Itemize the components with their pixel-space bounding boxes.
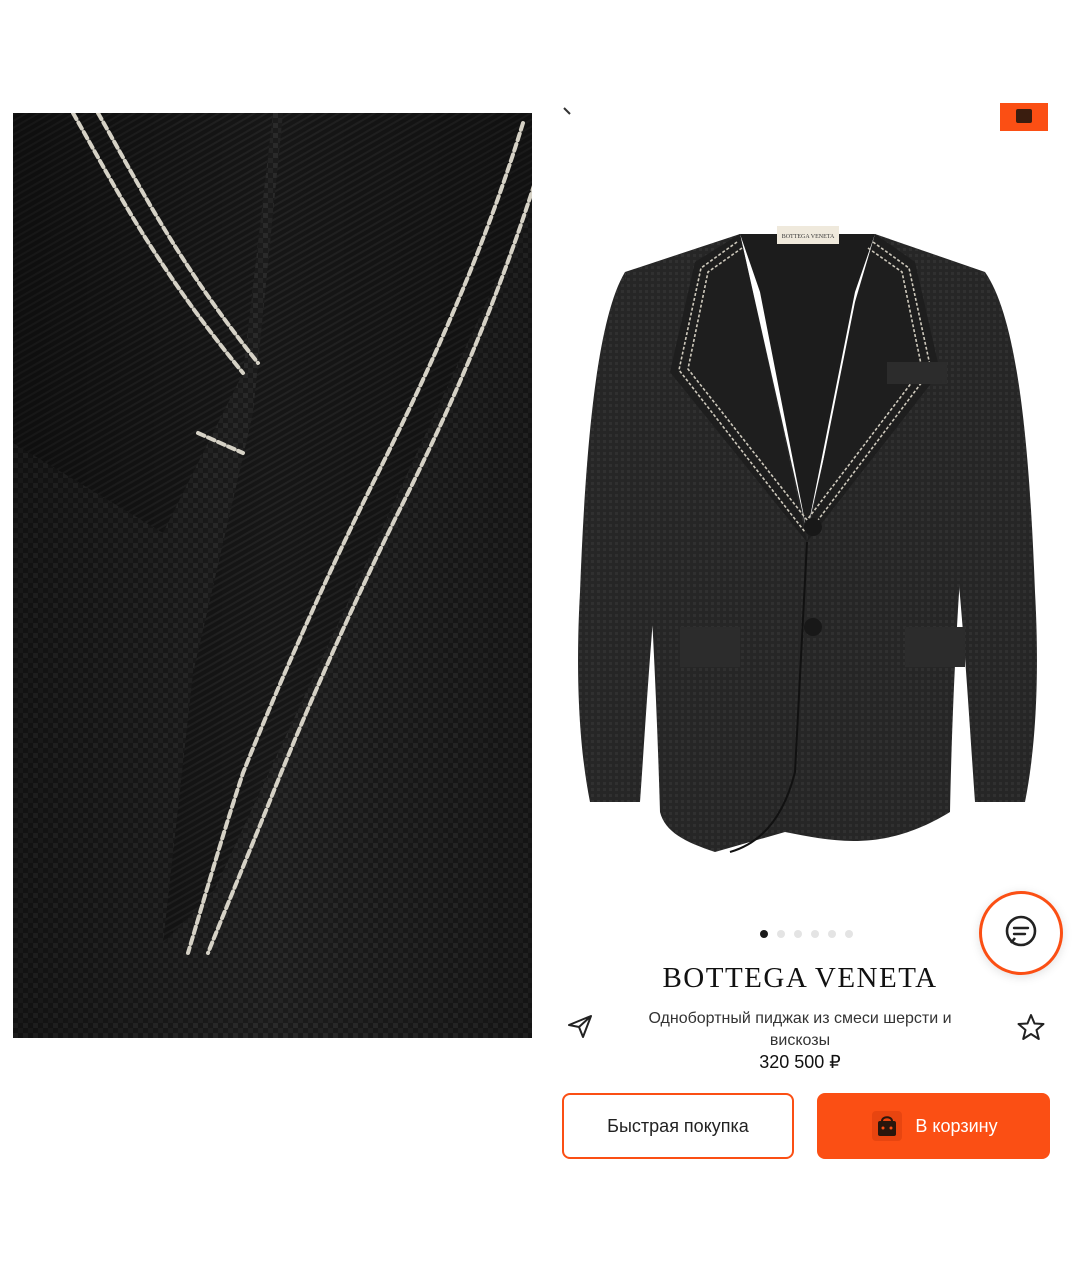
chat-icon	[1003, 913, 1039, 954]
quick-buy-label: Быстрая покупка	[607, 1115, 749, 1136]
cart-header-button[interactable]	[1000, 103, 1048, 131]
pager-dot[interactable]	[760, 930, 768, 938]
send-icon[interactable]	[566, 1012, 594, 1040]
back-icon[interactable]	[560, 104, 580, 124]
star-icon[interactable]	[1016, 1012, 1046, 1042]
product-image[interactable]: BOTTEGA VENETA	[555, 212, 1060, 862]
brand-name[interactable]: BOTTEGA VENETA	[600, 962, 1000, 995]
jacket-label: BOTTEGA VENETA	[782, 234, 835, 240]
pager-dot[interactable]	[794, 930, 802, 938]
pager-dot[interactable]	[828, 930, 836, 938]
add-to-cart-button[interactable]: В корзину	[817, 1093, 1050, 1159]
quick-buy-button[interactable]: Быстрая покупка	[562, 1093, 794, 1159]
shopping-bag-icon	[869, 1108, 905, 1144]
product-title: Однобортный пиджак из смеси шерсти и вис…	[648, 1010, 952, 1049]
product-price: 320 500 ₽	[759, 1052, 841, 1072]
shopping-bag-icon	[1016, 109, 1032, 123]
add-to-cart-label: В корзину	[915, 1115, 998, 1136]
pager-dot[interactable]	[811, 930, 819, 938]
detail-photo	[13, 113, 532, 1038]
pager-dot[interactable]	[845, 930, 853, 938]
pager-dot[interactable]	[777, 930, 785, 938]
gallery-pager	[760, 930, 853, 938]
